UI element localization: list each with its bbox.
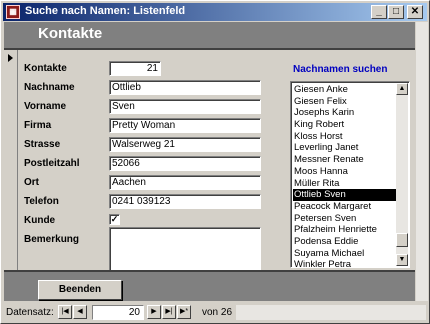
access-form-window: ▦ Suche nach Namen: Listenfeld _ □ ✕ Kon…: [0, 0, 430, 324]
current-record-arrow-icon: [8, 54, 13, 62]
listbox-scrollbar[interactable]: ▲ ▼: [396, 83, 408, 266]
ort-label: Ort: [24, 177, 39, 188]
list-item[interactable]: Giesen Anke: [293, 84, 396, 96]
firma-field[interactable]: Pretty Woman: [109, 118, 261, 133]
telefon-field[interactable]: 0241 039123: [109, 194, 261, 209]
vorname-field[interactable]: Sven: [109, 99, 261, 114]
strasse-label: Strasse: [24, 139, 61, 150]
scroll-down-icon[interactable]: ▼: [396, 254, 408, 266]
list-item[interactable]: Giesen Felix: [293, 96, 396, 108]
postleitzahl-label: Postleitzahl: [24, 158, 80, 169]
list-item[interactable]: Winkler Petra: [293, 259, 396, 267]
form-header: Kontakte: [4, 22, 415, 48]
list-item[interactable]: Petersen Sven: [293, 213, 396, 225]
strasse-field[interactable]: Walserweg 21: [109, 137, 261, 152]
list-item[interactable]: Ottlieb Sven: [293, 189, 396, 201]
list-item[interactable]: Suyama Michael: [293, 248, 396, 260]
scroll-up-icon[interactable]: ▲: [396, 83, 408, 95]
record-total: von 26: [202, 307, 233, 318]
form-footer: Beenden: [4, 272, 415, 301]
telefon-label: Telefon: [24, 196, 59, 207]
list-item[interactable]: Leverling Janet: [293, 142, 396, 154]
record-label: Datensatz:: [6, 307, 54, 318]
form-vertical-scrollbar[interactable]: [415, 22, 428, 301]
form-title: Kontakte: [38, 25, 103, 42]
next-record-icon[interactable]: ▶: [147, 305, 161, 319]
new-record-icon[interactable]: ▶*: [177, 305, 191, 319]
form-detail: Kontakte 21 Nachname Ottlieb Vorname Sve…: [18, 50, 415, 271]
close-button[interactable]: ✕: [407, 5, 423, 19]
record-navigation: Datensatz: |◀ ◀ 20 ▶ ▶| ▶* von 26: [4, 304, 428, 321]
kunde-label: Kunde: [24, 215, 56, 226]
list-item[interactable]: Müller Rita: [293, 178, 396, 190]
window-title: Suche nach Namen: Listenfeld: [25, 5, 186, 17]
kunde-checkbox[interactable]: ✓: [109, 214, 120, 225]
minimize-button[interactable]: _: [371, 5, 387, 19]
access-form-icon[interactable]: ▦: [6, 5, 20, 19]
first-record-icon[interactable]: |◀: [58, 305, 72, 319]
bemerkung-field[interactable]: [109, 227, 261, 271]
scroll-thumb[interactable]: [396, 233, 408, 247]
list-item[interactable]: Messner Renate: [293, 154, 396, 166]
record-selector[interactable]: [4, 50, 18, 270]
nachname-field[interactable]: Ottlieb: [109, 80, 261, 95]
current-record-field[interactable]: 20: [92, 305, 144, 320]
nachname-label: Nachname: [24, 82, 75, 93]
list-item[interactable]: Podensa Eddie: [293, 236, 396, 248]
maximize-button[interactable]: □: [388, 5, 404, 19]
list-item[interactable]: Pfalzheim Henriette: [293, 224, 396, 236]
list-item[interactable]: Moos Hanna: [293, 166, 396, 178]
kontakt-field[interactable]: 21: [109, 61, 161, 76]
list-item[interactable]: King Robert: [293, 119, 396, 131]
listbox-items: Giesen Anke Giesen Felix Josephs Karin King…: [293, 84, 396, 267]
name-search-listbox[interactable]: Giesen Anke Giesen Felix Josephs Karin King…: [290, 81, 410, 268]
kontakt-label: Kontakte: [24, 63, 67, 74]
horizontal-scrollbar[interactable]: [236, 305, 426, 320]
last-record-icon[interactable]: ▶|: [162, 305, 176, 319]
title-bar[interactable]: ▦ Suche nach Namen: Listenfeld _ □ ✕: [3, 3, 427, 21]
search-label: Nachnamen suchen: [293, 64, 388, 75]
list-item[interactable]: Peacock Margaret: [293, 201, 396, 213]
list-item[interactable]: Kloss Horst: [293, 131, 396, 143]
vorname-label: Vorname: [24, 101, 67, 112]
previous-record-icon[interactable]: ◀: [73, 305, 87, 319]
beenden-button[interactable]: Beenden: [38, 280, 122, 300]
list-item[interactable]: Josephs Karin: [293, 107, 396, 119]
bemerkung-label: Bemerkung: [24, 234, 80, 245]
firma-label: Firma: [24, 120, 52, 131]
ort-field[interactable]: Aachen: [109, 175, 261, 190]
postleitzahl-field[interactable]: 52066: [109, 156, 261, 171]
